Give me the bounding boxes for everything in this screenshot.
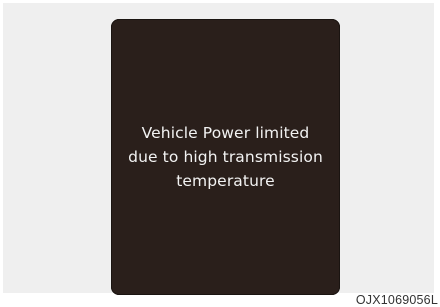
cluster-display-screen: Vehicle Power limited due to high transm… [111, 19, 340, 295]
warning-message-line-1: Vehicle Power limited [141, 124, 310, 142]
warning-message-line-3: temperature [176, 172, 275, 190]
warning-message-line-2: due to high transmission [128, 148, 323, 166]
warning-message: Vehicle Power limited due to high transm… [128, 121, 323, 193]
figure-code-label: OJX1069056L [355, 293, 438, 307]
